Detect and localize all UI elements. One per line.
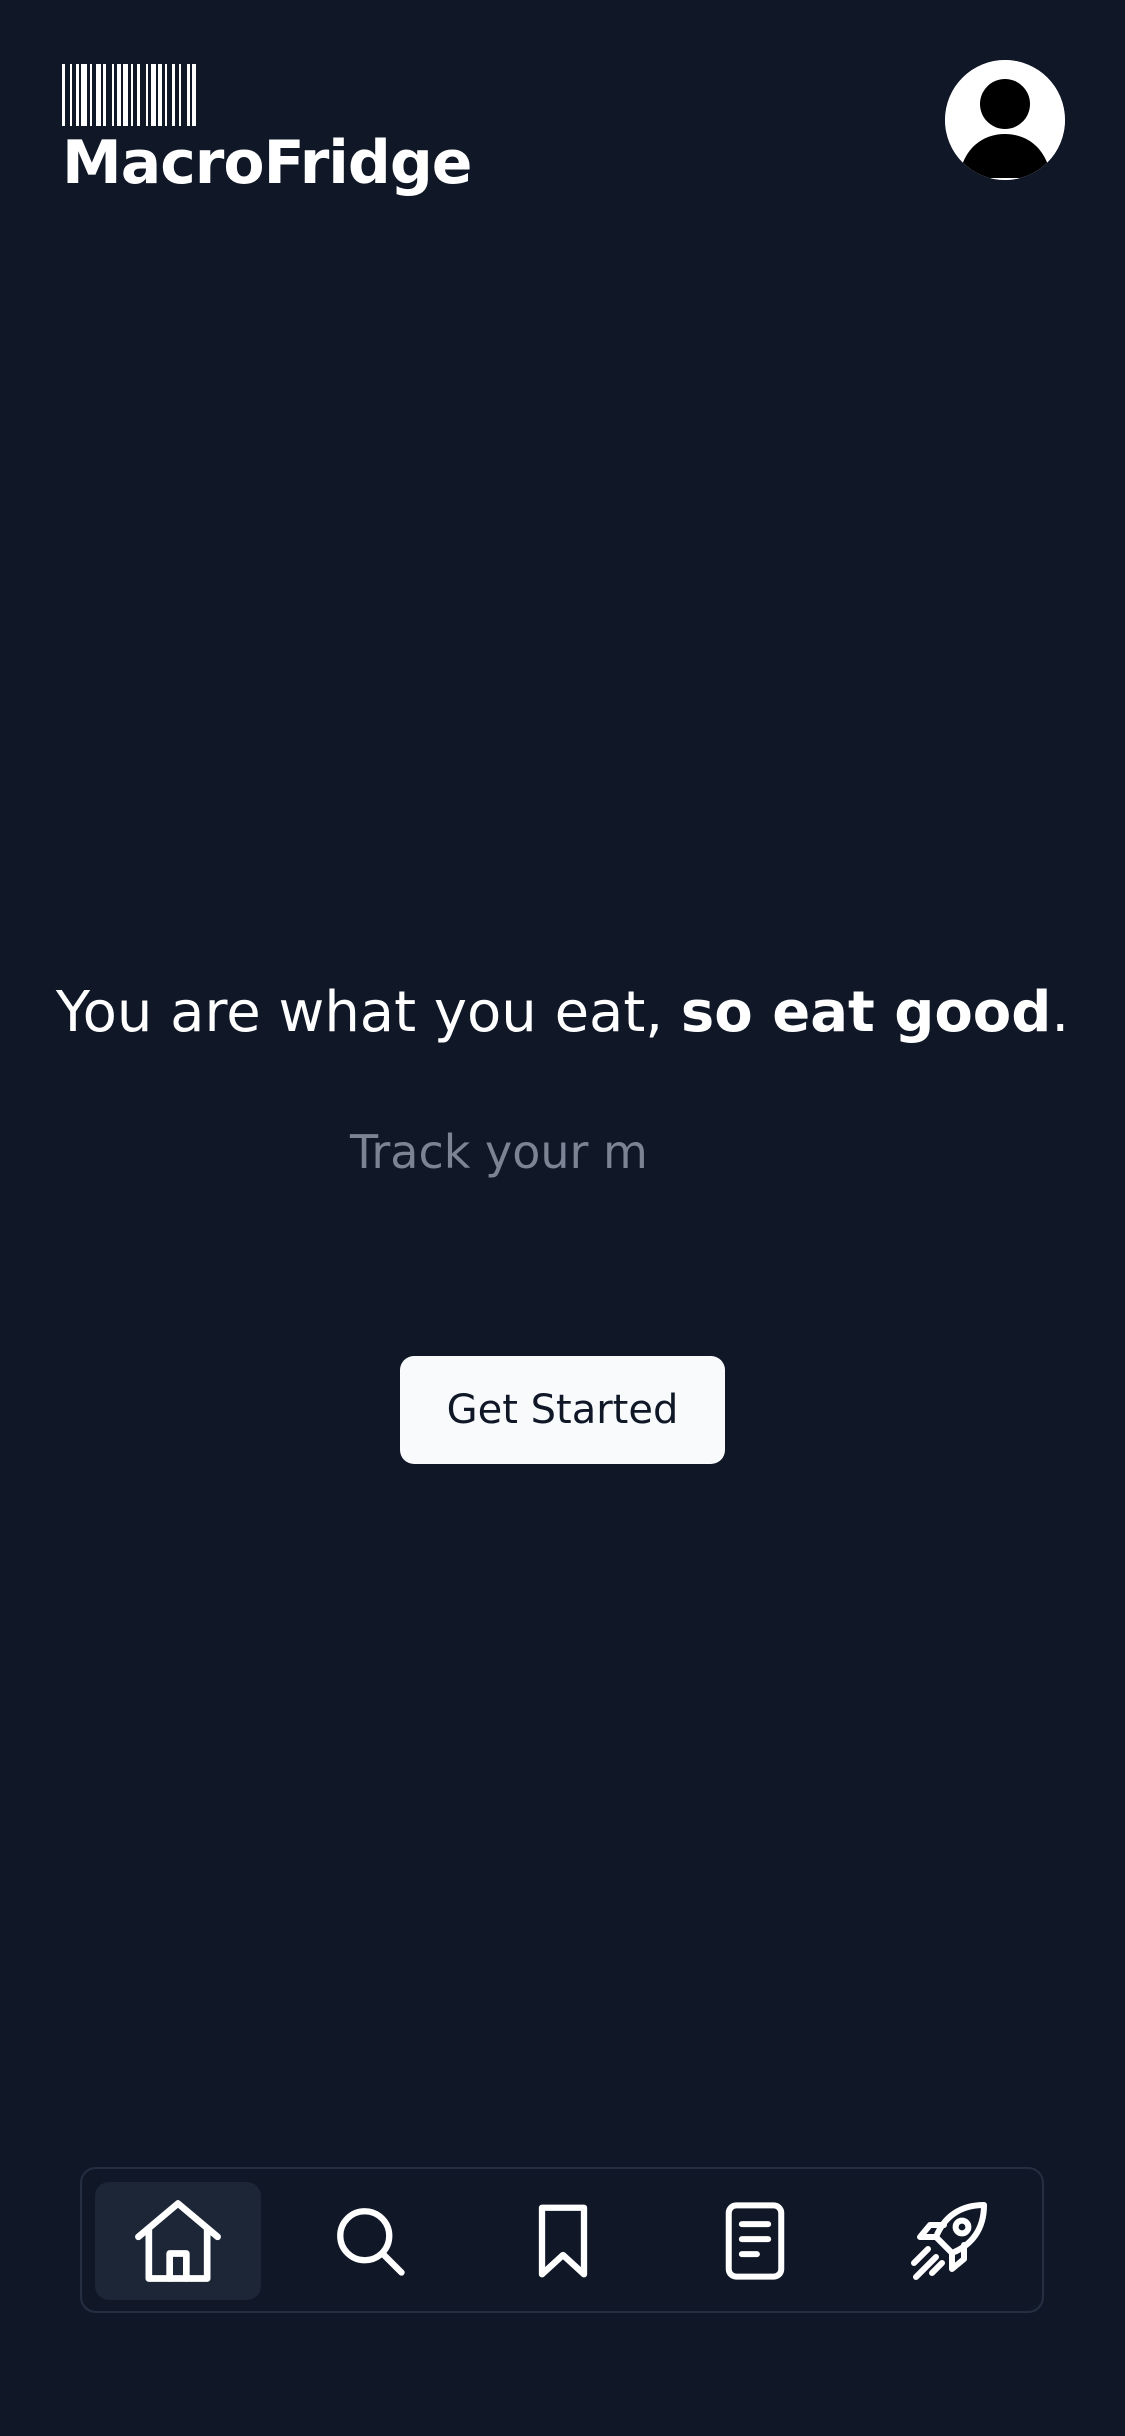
bottom-navigation	[80, 2167, 1044, 2313]
rocket-icon	[911, 2202, 987, 2280]
hero-tagline: You are what you eat, so eat good.	[0, 975, 1125, 1051]
nav-item-saved[interactable]	[480, 2182, 646, 2300]
barcode-icon	[62, 64, 196, 126]
bookmark-icon	[538, 2204, 588, 2278]
document-icon	[725, 2202, 785, 2280]
tagline-regular: You are what you eat,	[55, 980, 681, 1045]
tagline-emphasis: so eat good	[680, 980, 1052, 1045]
app-name: MacroFridge	[62, 128, 472, 198]
get-started-button[interactable]: Get Started	[400, 1356, 725, 1464]
app-logo[interactable]: MacroFridge	[62, 64, 472, 198]
nav-item-log[interactable]	[672, 2182, 838, 2300]
search-icon	[337, 2208, 405, 2276]
nav-item-launch[interactable]	[865, 2182, 1031, 2300]
profile-avatar-button[interactable]	[945, 60, 1065, 180]
tagline-period: .	[1051, 980, 1070, 1045]
nav-item-home[interactable]	[95, 2182, 261, 2300]
nav-item-search[interactable]	[287, 2182, 453, 2300]
hero-subtext: Track your m	[350, 1125, 648, 1179]
home-icon	[135, 2200, 221, 2282]
user-avatar-icon	[945, 60, 1065, 180]
